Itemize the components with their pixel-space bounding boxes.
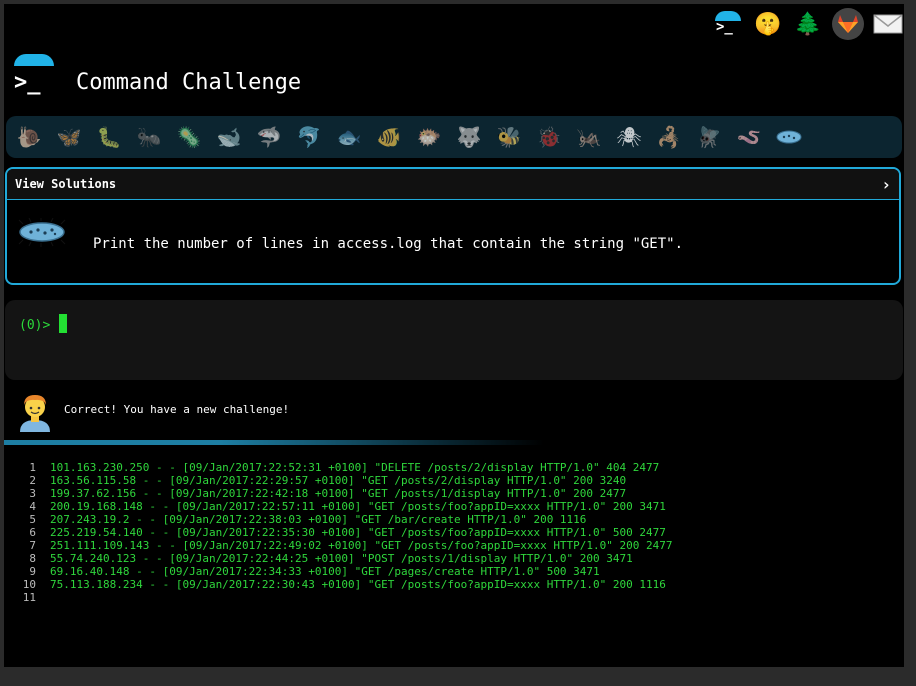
ant-icon[interactable]: 🐜 [132,120,166,154]
terminal-prompt: (0)> [19,318,51,333]
fish-icon[interactable]: 🐟 [332,120,366,154]
challenge-critter-bar: 🐌 🦋 🐛 🐜 🦠 🐋 🦈 🐬 🐟 🐠 🐡 🐺 🐝 🐞 🦗 🕷 🦂 🪰 🪱 [6,116,902,158]
scorpion-icon[interactable]: 🦂 [652,120,686,154]
line-number: 7 [29,539,36,552]
terminal-icon[interactable]: >_ [712,8,744,40]
log-line: 9 69.16.40.148 - - [09/Jan/2017:22:34:33 … [4,565,673,578]
result-message: Correct! You have a new challenge! [64,403,290,416]
line-text: 75.113.188.234 - - [09/Jan/2017:22:30:43… [50,578,666,591]
person-avatar-icon [18,392,52,432]
line-text: 251.111.109.143 - - [09/Jan/2017:22:49:0… [50,539,673,552]
line-number: 10 [22,578,36,591]
wolf-icon[interactable]: 🐺 [452,120,486,154]
view-solutions-label: View Solutions [15,177,117,191]
log-line: 11 [4,591,673,604]
caterpillar-icon[interactable]: 🐛 [92,120,126,154]
page-title: Command Challenge [76,70,302,95]
log-line: 4 200.19.168.148 - - [09/Jan/2017:22:57:1… [4,500,673,513]
result-divider [4,440,544,445]
tree-icon[interactable]: 🌲 [792,8,824,40]
spider-icon[interactable]: 🕷 [612,120,646,154]
line-text: 69.16.40.148 - - [09/Jan/2017:22:34:33 +… [50,565,600,578]
whale-icon[interactable]: 🐋 [212,120,246,154]
chevron-right-icon: › [881,174,891,194]
line-text: 163.56.115.58 - - [09/Jan/2017:22:29:57 … [50,474,627,487]
log-line: 8 55.74.240.123 - - [09/Jan/2017:22:44:25… [4,552,673,565]
line-text: 207.243.19.2 - - [09/Jan/2017:22:38:03 +… [50,513,587,526]
log-line: 5 207.243.19.2 - - [09/Jan/2017:22:38:03 … [4,513,673,526]
line-number: 1 [29,461,36,474]
fly-icon[interactable]: 🪰 [692,120,726,154]
dolphin-icon[interactable]: 🐬 [292,120,326,154]
bee-icon[interactable]: 🐝 [492,120,526,154]
log-line: 7 251.111.109.143 - - [09/Jan/2017:22:49:… [4,539,673,552]
shushing-face-icon[interactable]: 🤫 [752,8,784,40]
challenge-task-text: Print the number of lines in access.log … [93,236,684,252]
challenge-panel: View Solutions › Print the number of lin… [5,167,901,285]
paramecium-icon[interactable] [772,120,806,154]
line-text: 101.163.230.250 - - [09/Jan/2017:22:52:3… [50,461,660,474]
line-number: 9 [29,565,36,578]
line-number: 5 [29,513,36,526]
gitlab-icon[interactable] [832,8,864,40]
top-icon-bar: >_ 🤫 🌲 [712,8,904,40]
shark-icon[interactable]: 🦈 [252,120,286,154]
line-number: 11 [22,591,36,604]
view-solutions-toggle[interactable]: View Solutions › [7,169,899,200]
tropical-fish-icon[interactable]: 🐠 [372,120,406,154]
butterfly-icon[interactable]: 🦋 [52,120,86,154]
line-text: 200.19.168.148 - - [09/Jan/2017:22:57:11… [50,500,666,513]
mail-icon[interactable] [872,8,904,40]
snail-icon[interactable]: 🐌 [12,120,46,154]
log-line: 10 75.113.188.234 - - [09/Jan/2017:22:30:… [4,578,673,591]
terminal-cursor [59,314,67,333]
line-number: 4 [29,500,36,513]
log-line: 1 101.163.230.250 - - [09/Jan/2017:22:52:… [4,461,673,474]
line-text: 55.74.240.123 - - [09/Jan/2017:22:44:25 … [50,552,633,565]
line-number: 3 [29,487,36,500]
cricket-icon[interactable]: 🦗 [572,120,606,154]
log-line: 3 199.37.62.156 - - [09/Jan/2017:22:42:18… [4,487,673,500]
line-number: 8 [29,552,36,565]
blowfish-icon[interactable]: 🐡 [412,120,446,154]
command-terminal[interactable]: (0)> [5,300,903,380]
log-line: 6 225.219.54.140 - - [09/Jan/2017:22:35:3… [4,526,673,539]
paramecium-icon [17,217,69,248]
app-page: >_ 🤫 🌲 >_ Command Challenge 🐌 🦋 🐛 🐜 🦠 🐋 🦈 🐬 🐟 🐠 🐡 🐺… [4,4,904,667]
microbe-icon[interactable]: 🦠 [172,120,206,154]
line-text: 199.37.62.156 - - [09/Jan/2017:22:42:18 … [50,487,627,500]
worm-icon[interactable]: 🪱 [732,120,766,154]
line-number: 6 [29,526,36,539]
ladybug-icon[interactable]: 🐞 [532,120,566,154]
log-line: 2 163.56.115.58 - - [09/Jan/2017:22:29:57… [4,474,673,487]
line-text: 225.219.54.140 - - [09/Jan/2017:22:35:30… [50,526,666,539]
line-number: 2 [29,474,36,487]
access-log-listing: 1 101.163.230.250 - - [09/Jan/2017:22:52:… [4,461,673,604]
app-logo: >_ [12,54,56,98]
